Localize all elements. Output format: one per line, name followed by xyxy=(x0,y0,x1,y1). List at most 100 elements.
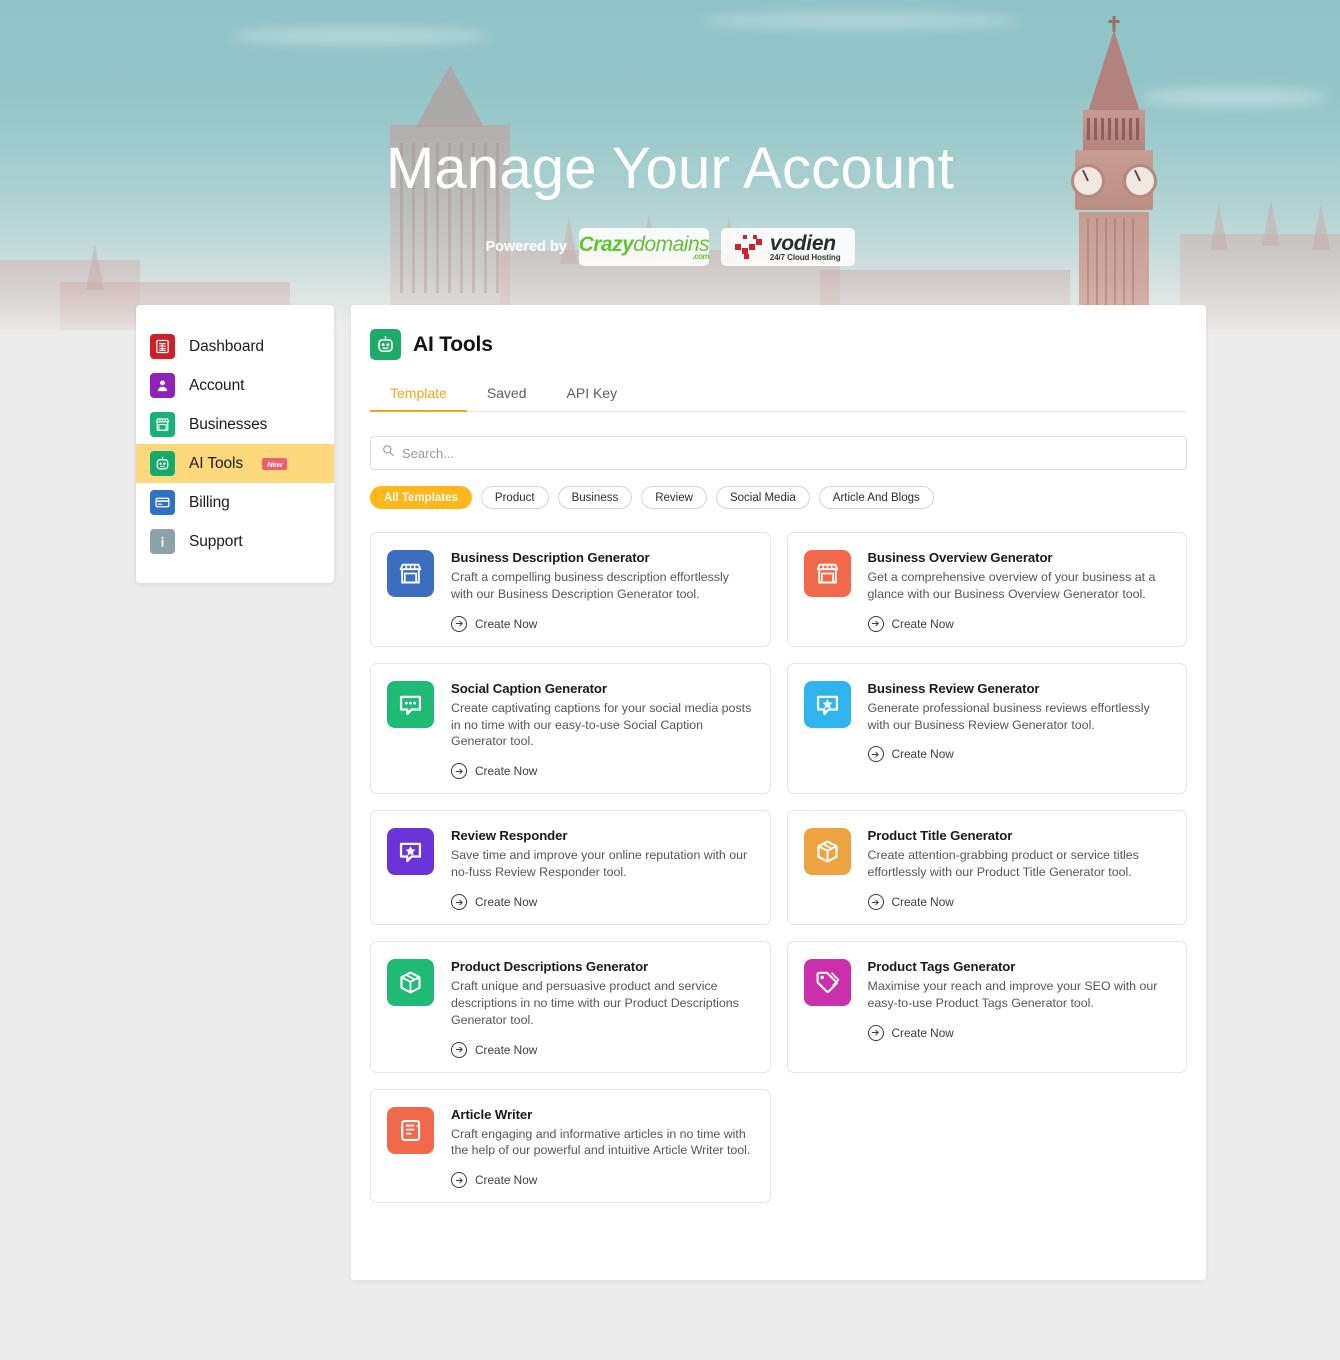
tags-icon xyxy=(804,959,851,1006)
create-now-button[interactable]: Create Now xyxy=(868,746,1171,762)
info-icon xyxy=(150,529,175,554)
create-now-label: Create Now xyxy=(475,764,537,778)
create-now-button[interactable]: Create Now xyxy=(451,763,754,779)
filter-chip-article-and-blogs[interactable]: Article And Blogs xyxy=(819,486,934,509)
filter-chip-review[interactable]: Review xyxy=(641,486,707,509)
filter-chip-group: All Templates Product Business Review Social… xyxy=(370,486,1187,509)
template-card-title: Product Descriptions Generator xyxy=(451,959,754,974)
create-now-button[interactable]: Create Now xyxy=(451,1172,754,1188)
storefront-icon xyxy=(150,412,175,437)
template-card-body: Review Responder Save time and improve yo… xyxy=(451,828,754,910)
chat-star-icon xyxy=(804,681,851,728)
powered-by-row: Powered by Crazydomains .com vod xyxy=(0,228,1340,266)
filter-chip-social-media[interactable]: Social Media xyxy=(716,486,810,509)
sidebar-item-billing[interactable]: Billing xyxy=(136,483,334,522)
template-card[interactable]: Product Tags Generator Maximise your reac… xyxy=(787,941,1188,1073)
create-now-button[interactable]: Create Now xyxy=(451,1042,754,1058)
sidebar-item-ai-tools[interactable]: AI ToolsNew xyxy=(136,444,334,483)
create-now-label: Create Now xyxy=(475,1043,537,1057)
create-now-button[interactable]: Create Now xyxy=(451,894,754,910)
hero-banner: Manage Your Account Powered by Crazydoma… xyxy=(0,0,1340,330)
arrow-right-icon xyxy=(451,1042,467,1058)
arrow-right-icon xyxy=(868,746,884,762)
scroll-icon xyxy=(387,1107,434,1154)
arrow-right-icon xyxy=(868,894,884,910)
storefront-icon xyxy=(387,550,434,597)
template-card[interactable]: Business Description Generator Craft a co… xyxy=(370,532,771,647)
template-card-description: Craft engaging and informative articles … xyxy=(451,1126,754,1160)
sidebar-nav: DashboardAccountBusinessesAI ToolsNew Bil… xyxy=(136,305,334,583)
box-icon xyxy=(387,959,434,1006)
template-card-title: Social Caption Generator xyxy=(451,681,754,696)
arrow-right-icon xyxy=(451,616,467,632)
template-card-title: Review Responder xyxy=(451,828,754,843)
vodien-logo-name: vodien xyxy=(770,232,836,255)
template-card[interactable]: Product Descriptions Generator Craft uniq… xyxy=(370,941,771,1073)
create-now-label: Create Now xyxy=(475,895,537,909)
template-card[interactable]: Review Responder Save time and improve yo… xyxy=(370,810,771,925)
robot-icon xyxy=(150,451,175,476)
arrow-right-icon xyxy=(451,894,467,910)
template-card[interactable]: Business Overview GeneratorGet a compreh… xyxy=(787,532,1188,647)
template-card-description: Create attention-grabbing product or ser… xyxy=(868,847,1171,881)
template-card-description: Get a comprehensive overview of your bus… xyxy=(868,569,1171,603)
box-icon xyxy=(804,828,851,875)
page-title: Manage Your Account xyxy=(0,140,1340,198)
template-card-description: Save time and improve your online reputa… xyxy=(451,847,754,881)
content-title: AI Tools xyxy=(413,333,493,357)
template-card-title: Business Description Generator xyxy=(451,550,754,565)
search-bar[interactable] xyxy=(370,436,1187,470)
tab-api-key[interactable]: API Key xyxy=(547,376,638,411)
chat-star-icon xyxy=(387,828,434,875)
create-now-label: Create Now xyxy=(892,895,954,909)
content-header: AI Tools xyxy=(370,329,1187,360)
chat-dots-icon xyxy=(387,681,434,728)
template-card-description: Generate professional business reviews e… xyxy=(868,700,1171,734)
filter-chip-all-templates[interactable]: All Templates xyxy=(370,486,472,509)
create-now-label: Create Now xyxy=(475,617,537,631)
sidebar-item-dashboard[interactable]: Dashboard xyxy=(136,327,334,366)
search-input[interactable] xyxy=(402,446,1175,461)
template-card-title: Business Review Generator xyxy=(868,681,1171,696)
sidebar-item-support[interactable]: Support xyxy=(136,522,334,561)
template-card-body: Product Tags Generator Maximise your reac… xyxy=(868,959,1171,1041)
template-card-body: Social Caption GeneratorCreate captivati… xyxy=(451,681,754,780)
sidebar-item-label: Billing xyxy=(189,494,230,512)
sidebar-item-businesses[interactable]: Businesses xyxy=(136,405,334,444)
create-now-button[interactable]: Create Now xyxy=(868,616,1171,632)
main-content-panel: AI Tools TemplateSavedAPI Key All Templa… xyxy=(351,305,1206,1280)
vodien-logo-tagline: 24/7 Cloud Hosting xyxy=(770,254,841,262)
filter-chip-product[interactable]: Product xyxy=(481,486,549,509)
create-now-button[interactable]: Create Now xyxy=(868,894,1171,910)
create-now-label: Create Now xyxy=(892,1026,954,1040)
create-now-button[interactable]: Create Now xyxy=(451,616,754,632)
template-card-title: Product Tags Generator xyxy=(868,959,1171,974)
template-card-description: Craft a compelling business description … xyxy=(451,569,754,603)
template-card[interactable]: Article WriterCraft engaging and informa… xyxy=(370,1089,771,1204)
crazydomains-logo-primary: Crazy xyxy=(579,233,634,256)
template-card[interactable]: Product Title Generator Create attention-… xyxy=(787,810,1188,925)
credit-card-icon xyxy=(150,490,175,515)
user-icon xyxy=(150,373,175,398)
template-card-title: Product Title Generator xyxy=(868,828,1171,843)
template-card[interactable]: Social Caption GeneratorCreate captivati… xyxy=(370,663,771,795)
template-card[interactable]: Business Review Generator Generate profes… xyxy=(787,663,1188,795)
vodien-mark-icon xyxy=(735,235,763,259)
tab-saved[interactable]: Saved xyxy=(467,376,547,411)
search-icon xyxy=(382,444,395,462)
template-card-body: Product Title Generator Create attention-… xyxy=(868,828,1171,910)
template-card-grid: Business Description Generator Craft a co… xyxy=(370,532,1187,1203)
cloud-decoration xyxy=(230,28,490,44)
template-card-body: Business Description Generator Craft a co… xyxy=(451,550,754,632)
create-now-button[interactable]: Create Now xyxy=(868,1025,1171,1041)
template-card-body: Business Review Generator Generate profes… xyxy=(868,681,1171,763)
template-card-body: Product Descriptions Generator Craft uniq… xyxy=(451,959,754,1058)
template-card-body: Article WriterCraft engaging and informa… xyxy=(451,1107,754,1189)
sidebar-item-account[interactable]: Account xyxy=(136,366,334,405)
arrow-right-icon xyxy=(868,616,884,632)
template-card-description: Maximise your reach and improve your SEO… xyxy=(868,978,1171,1012)
tab-template[interactable]: Template xyxy=(370,376,467,411)
sidebar-item-label: AI Tools xyxy=(189,455,243,473)
filter-chip-business[interactable]: Business xyxy=(558,486,633,509)
template-card-description: Craft unique and persuasive product and … xyxy=(451,978,754,1029)
